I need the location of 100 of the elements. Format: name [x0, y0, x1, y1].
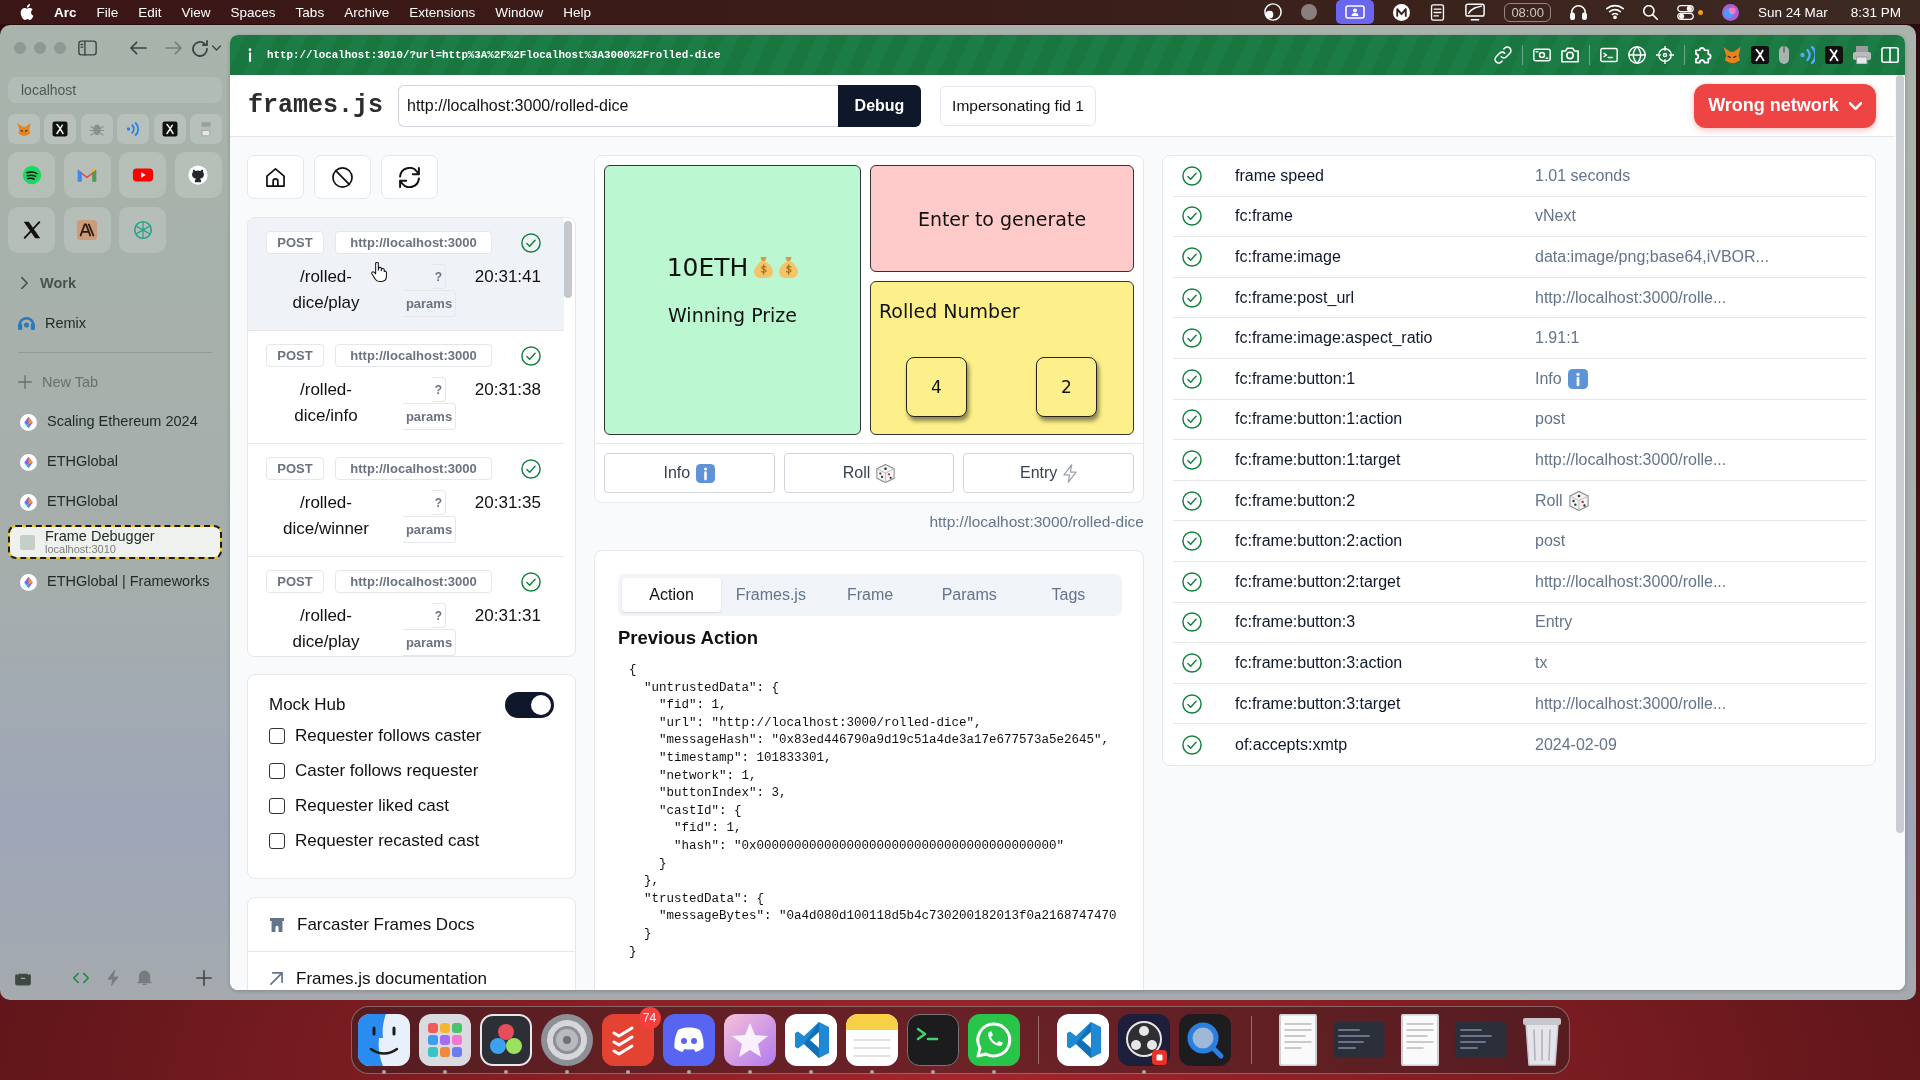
menu-item[interactable]: Spaces: [230, 4, 276, 20]
ribbon-icon[interactable]: [1056, 1014, 1109, 1066]
help-badge[interactable]: ?: [432, 264, 446, 289]
mouse-icon[interactable]: [1779, 46, 1789, 64]
dot-icon[interactable]: [1301, 4, 1318, 20]
params-badge[interactable]: params: [403, 629, 456, 656]
controller-face-icon[interactable]: [662, 1014, 715, 1066]
wifi-icon[interactable]: [1605, 3, 1624, 21]
menu-item[interactable]: Edit: [138, 4, 162, 20]
circle-logo-icon[interactable]: [1393, 3, 1411, 21]
frame-button[interactable]: Info: [604, 453, 775, 493]
toggle-switch[interactable]: [505, 692, 554, 718]
cross-mark-icon[interactable]: [8, 207, 55, 253]
scrollbar-thumb[interactable]: [1896, 75, 1904, 833]
clear-button[interactable]: [314, 155, 371, 199]
puzzle-icon[interactable]: [1695, 46, 1713, 64]
x-tile-icon[interactable]: [153, 114, 186, 144]
inspector-tab[interactable]: Tags: [1018, 578, 1118, 612]
checkbox-label[interactable]: Caster follows requester: [295, 760, 479, 781]
inspector-tab[interactable]: Frames.js: [721, 578, 821, 612]
help-badge[interactable]: ?: [432, 490, 446, 515]
menu-item[interactable]: Window: [495, 4, 544, 20]
chevron-down-icon[interactable]: [212, 45, 221, 51]
phone-bubble-icon[interactable]: [967, 1014, 1020, 1066]
sidebar-icon[interactable]: [78, 40, 97, 56]
inspector-tab[interactable]: Frame: [820, 578, 920, 612]
menu-item[interactable]: File: [96, 4, 119, 20]
menu-item[interactable]: Archive: [344, 4, 390, 20]
plus-icon[interactable]: [196, 970, 212, 986]
menu-time[interactable]: 8:31 PM: [1850, 4, 1901, 20]
image-frame-icon[interactable]: [1533, 46, 1551, 64]
three-petal-icon[interactable]: [479, 1014, 532, 1066]
params-badge[interactable]: params: [403, 403, 456, 430]
docs-link[interactable]: Frames.js documentation: [248, 952, 575, 990]
sidebar-tab[interactable]: ETHGlobal: [8, 442, 222, 482]
menu-item[interactable]: Help: [563, 4, 591, 20]
checkbox[interactable]: [269, 797, 285, 814]
app-grid-icon[interactable]: [418, 1014, 471, 1066]
menu-item[interactable]: Extensions: [409, 4, 476, 20]
inspector-tab[interactable]: Action: [622, 578, 722, 612]
logo-tile-icon[interactable]: [63, 207, 111, 253]
params-badge[interactable]: params: [403, 290, 456, 317]
sidebar-tab[interactable]: Remix: [8, 303, 222, 343]
checkbox[interactable]: [269, 727, 285, 744]
toggles-icon[interactable]: [1676, 3, 1694, 21]
home-button[interactable]: [247, 155, 304, 199]
inspector-tab[interactable]: Params: [919, 578, 1019, 612]
back-arrow-icon[interactable]: [130, 41, 147, 55]
display-icon[interactable]: [1465, 2, 1486, 22]
checkbox-label[interactable]: Requester recasted cast: [295, 830, 480, 851]
face-tile-icon[interactable]: [357, 1014, 410, 1066]
document-icon[interactable]: [1429, 3, 1447, 21]
help-badge[interactable]: ?: [432, 603, 446, 628]
sidebar-folder[interactable]: Work: [8, 263, 222, 303]
cat-silhouette-icon[interactable]: [174, 152, 222, 198]
three-circles-icon[interactable]: [1117, 1014, 1170, 1066]
magnifier-icon[interactable]: [1178, 1014, 1231, 1066]
headphones-icon[interactable]: [1569, 3, 1587, 21]
person-card-icon[interactable]: [1336, 0, 1375, 24]
checkbox-label[interactable]: Requester follows caster: [295, 725, 482, 746]
stacked-checks-icon[interactable]: [601, 1014, 654, 1066]
printer-icon[interactable]: [1853, 46, 1871, 64]
crosshair-icon[interactable]: [1656, 46, 1674, 64]
network-button[interactable]: Wrong network: [1694, 83, 1876, 128]
debug-button[interactable]: Debug: [838, 84, 921, 127]
address-text[interactable]: http://localhost:3010/?url=http%3A%2F%2Flocalhost%3A3000%2Frolled-dice: [267, 49, 721, 61]
scrollbar-thumb[interactable]: [564, 221, 572, 298]
fox-head-icon[interactable]: [1723, 46, 1741, 64]
x-tile-icon[interactable]: [44, 114, 77, 144]
sidebar-tab[interactable]: ETHGlobal: [8, 482, 222, 522]
sidebar-tab[interactable]: Scaling Ethereum 2024: [8, 402, 222, 442]
url-input[interactable]: http://localhost:3000/rolled-dice: [398, 84, 838, 127]
sound-waves-icon[interactable]: [8, 152, 55, 198]
request-item[interactable]: POST http://localhost:3000 /rolled-dice/play ? params 20:31:41: [248, 218, 564, 331]
orb-icon[interactable]: [1721, 3, 1739, 21]
frame-button[interactable]: Roll: [783, 453, 955, 493]
params-badge[interactable]: params: [403, 516, 456, 543]
docs-link[interactable]: Farcaster Frames Docs: [248, 898, 575, 952]
menu-item[interactable]: View: [181, 4, 211, 20]
x-tile-icon[interactable]: [1751, 46, 1769, 64]
search-icon[interactable]: [1642, 4, 1658, 20]
sidebar-tab[interactable]: ETHGlobal | Frameworks: [8, 562, 222, 602]
camera-icon[interactable]: [1561, 46, 1579, 64]
gear-icon[interactable]: [540, 1014, 593, 1066]
checkbox[interactable]: [269, 762, 285, 779]
globe-icon[interactable]: [1628, 46, 1646, 64]
menu-app-name[interactable]: Arc: [54, 4, 77, 20]
ribbon-icon[interactable]: [784, 1014, 837, 1066]
notepad-icon[interactable]: [845, 1014, 898, 1066]
terminal-icon[interactable]: [906, 1014, 959, 1066]
checkbox-label[interactable]: Requester liked cast: [295, 795, 450, 816]
info-icon[interactable]: [247, 48, 253, 62]
help-badge[interactable]: ?: [432, 377, 446, 402]
x-tile-icon[interactable]: [1825, 46, 1843, 64]
menu-date[interactable]: Sun 24 Mar: [1757, 4, 1828, 20]
reload-icon[interactable]: [192, 39, 208, 57]
menu-item[interactable]: Tabs: [295, 4, 325, 20]
checkbox[interactable]: [269, 832, 285, 849]
star-tile-icon[interactable]: [723, 1014, 776, 1066]
frame-button[interactable]: Entry: [963, 453, 1134, 493]
